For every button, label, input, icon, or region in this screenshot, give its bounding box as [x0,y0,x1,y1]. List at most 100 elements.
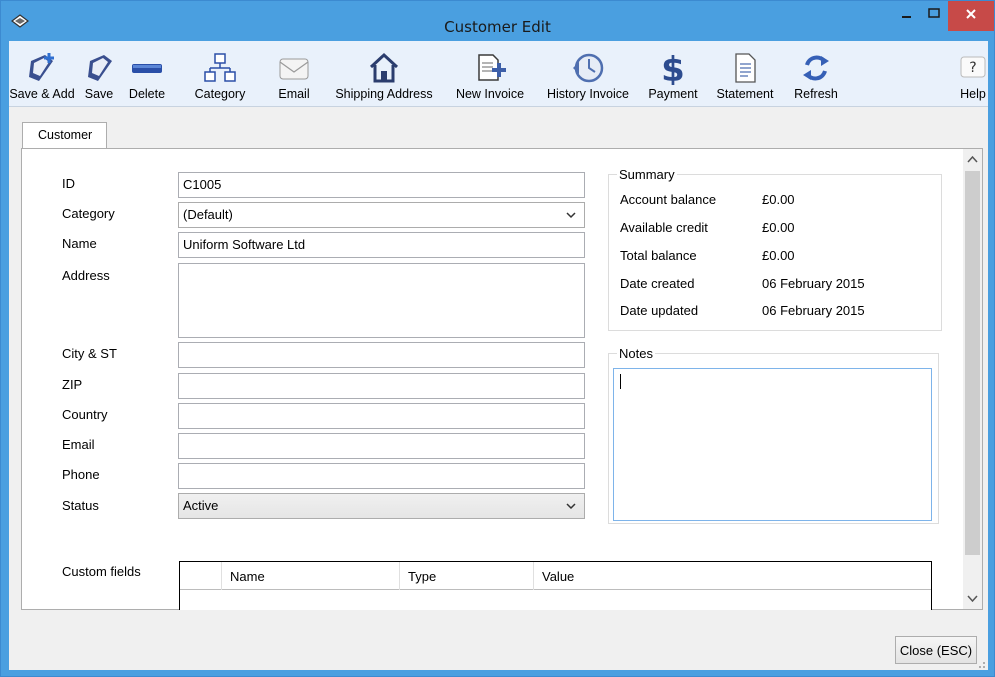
refresh-button[interactable]: Refresh [785,47,847,107]
chevron-down-icon [566,503,576,510]
house-icon [369,52,399,83]
title-bar: Customer Edit [1,1,994,41]
country-input[interactable] [178,403,585,429]
email-field-label: Email [62,437,95,452]
category-field-label: Category [62,206,115,221]
status-label: Status [62,498,99,513]
column-header-selector [180,562,222,590]
summary-available-credit-label: Available credit [620,220,708,235]
status-select-value: Active [183,498,219,513]
payment-button[interactable]: $ Payment [643,47,703,107]
category-icon [204,53,236,82]
close-window-button[interactable] [948,1,994,31]
email-icon [279,58,309,80]
name-label: Name [62,236,97,251]
statement-button[interactable]: Statement [709,47,781,107]
svg-text:$: $ [661,51,685,85]
id-input[interactable]: C1005 [178,172,585,198]
text-cursor [620,374,621,389]
column-header-name[interactable]: Name [222,562,400,590]
refresh-icon [803,55,829,81]
dollar-icon: $ [661,51,685,85]
custom-fields-label: Custom fields [62,564,141,579]
customer-edit-window: Customer Edit Save & Add Save Delete Cat… [0,0,995,677]
window-title: Customer Edit [444,18,551,36]
statement-icon [735,53,756,83]
save-add-icon [29,53,54,81]
maximize-icon [928,8,940,18]
resize-grip-icon[interactable] [976,659,986,669]
new-invoice-icon [478,54,506,81]
save-icon [88,55,112,81]
delete-label: Delete [128,87,166,101]
summary-date-updated-label: Date updated [620,303,699,318]
history-invoice-label: History Invoice [547,87,629,101]
id-label: ID [62,176,75,191]
email-input[interactable] [178,433,585,459]
phone-label: Phone [62,467,100,482]
summary-date-created-label: Date created [620,276,695,291]
name-input[interactable]: Uniform Software Ltd [178,232,585,258]
history-icon [573,53,604,83]
new-invoice-label: New Invoice [455,87,525,101]
delete-button[interactable]: Delete [123,47,171,107]
summary-account-balance-value: £0.00 [762,192,795,207]
country-label: Country [62,407,108,422]
phone-input[interactable] [178,463,585,489]
payment-label: Payment [648,87,698,101]
summary-title: Summary [619,167,675,182]
minimize-button[interactable] [893,1,919,31]
email-button[interactable]: Email [269,47,319,107]
shipping-address-label: Shipping Address [335,87,433,101]
save-add-button[interactable]: Save & Add [9,47,75,107]
refresh-label: Refresh [794,87,838,101]
minimize-icon [902,16,911,18]
custom-fields-grid[interactable]: Name Type Value [179,561,932,610]
chevron-down-icon [566,212,576,219]
help-label: Help [960,87,986,101]
history-invoice-button[interactable]: History Invoice [537,47,639,107]
summary-date-updated-value: 06 February 2015 [762,303,865,318]
scroll-up-icon[interactable] [967,155,978,165]
save-label: Save [84,87,114,101]
save-button[interactable]: Save [77,47,121,107]
category-button[interactable]: Category [173,47,267,107]
tab-customer[interactable]: Customer [22,122,107,149]
help-icon: ? [960,56,986,78]
close-icon [966,9,976,19]
custom-fields-header: Name Type Value [180,562,931,590]
summary-total-balance-value: £0.00 [762,248,795,263]
scrollbar-thumb[interactable] [965,171,980,555]
close-esc-button[interactable]: Close (ESC) [895,636,977,664]
status-select[interactable]: Active [178,493,585,519]
summary-total-balance-label: Total balance [620,248,697,263]
new-invoice-button[interactable]: New Invoice [447,47,533,107]
help-button[interactable]: ? Help [955,47,991,107]
maximize-button[interactable] [921,1,947,31]
summary-available-credit-value: £0.00 [762,220,795,235]
category-select-value: (Default) [183,207,233,222]
email-label: Email [278,87,310,101]
category-select[interactable]: (Default) [178,202,585,228]
address-label: Address [62,268,110,283]
city-st-input[interactable] [178,342,585,368]
zip-input[interactable] [178,373,585,399]
toolbar: Save & Add Save Delete Category Email Sh… [9,41,988,107]
column-header-value[interactable]: Value [534,562,931,590]
address-textarea[interactable] [178,263,585,338]
scroll-down-icon[interactable] [967,593,978,603]
vertical-scrollbar[interactable] [963,149,982,609]
shipping-address-button[interactable]: Shipping Address [321,47,447,107]
summary-date-created-value: 06 February 2015 [762,276,865,291]
column-header-type[interactable]: Type [400,562,534,590]
svg-text:?: ? [969,60,976,76]
notes-title: Notes [619,346,653,361]
zip-label: ZIP [62,377,83,392]
notes-textarea[interactable] [613,368,932,521]
save-add-label: Save & Add [9,87,75,101]
summary-account-balance-label: Account balance [620,192,717,207]
city-st-label: City & ST [62,346,117,361]
statement-label: Statement [716,87,774,101]
delete-icon [132,64,162,73]
category-label: Category [194,87,246,101]
